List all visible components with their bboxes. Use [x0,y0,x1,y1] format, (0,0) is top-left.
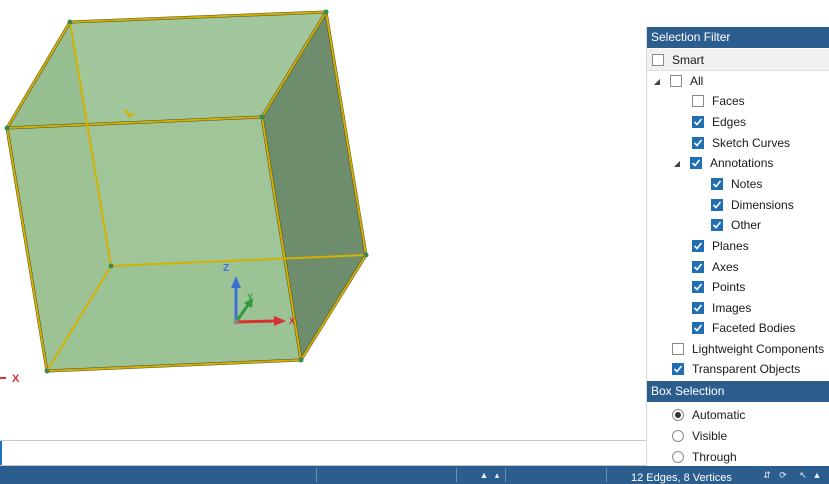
sketch-curves-label: Sketch Curves [712,136,791,150]
axes-checkbox[interactable] [692,261,704,273]
box-selection-header: Box Selection [647,381,829,402]
world-x-label: X [12,373,20,385]
faceted-bodies-checkbox[interactable] [692,322,704,334]
all-checkbox[interactable] [670,75,682,87]
box-option-automatic[interactable]: Automatic [672,405,745,425]
planes-checkbox[interactable] [692,240,704,252]
world-x-axis-indicator: X [0,373,20,385]
collapse-triangle-icon[interactable]: ◢ [652,77,662,86]
cube-vertex[interactable] [4,125,10,131]
through-radio[interactable] [672,451,684,463]
cube-vertex[interactable] [259,114,265,120]
cube-vertex[interactable] [363,252,369,258]
triangle-up-icon[interactable]: ▲ [477,469,491,481]
cube-vertex[interactable] [67,19,73,25]
cube-vertex[interactable] [298,357,304,363]
filter-row-sketch-curves[interactable]: Sketch Curves [692,133,790,153]
dimensions-checkbox[interactable] [711,199,723,211]
cube-front-face[interactable] [7,117,301,371]
command-input-bar[interactable] [0,440,646,466]
transparent-objects-checkbox[interactable] [672,363,684,375]
planes-label: Planes [712,239,749,253]
other-label: Other [731,218,762,232]
images-checkbox[interactable] [692,302,704,314]
notes-label: Notes [731,177,763,191]
filter-row-lightweight-components[interactable]: Lightweight Components [672,339,824,359]
triangle-up-small-icon[interactable]: ▴ [490,469,504,481]
filter-row-annotations[interactable]: ◢ Annotations [672,153,773,173]
visible-radio[interactable] [672,430,684,442]
dimensions-label: Dimensions [731,198,794,212]
selection-status-text: 12 Edges, 8 Vertices [631,472,732,484]
edges-checkbox[interactable] [692,116,704,128]
other-checkbox[interactable] [711,219,723,231]
annotations-label: Annotations [710,156,774,170]
cursor-icon[interactable]: ↖ [796,469,810,481]
refresh-icon[interactable]: ⟳ [776,469,790,481]
cube-vertex[interactable] [323,9,329,15]
points-label: Points [712,280,746,294]
edges-label: Edges [712,115,747,129]
box-option-through[interactable]: Through [672,447,737,467]
expand-up-icon[interactable]: ▲ [810,469,824,481]
lightweight-components-label: Lightweight Components [692,342,825,356]
selection-filter-panel: Selection Filter Smart ◢ All Faces Edges… [646,27,829,468]
cube-vertex[interactable] [44,368,50,374]
automatic-radio[interactable] [672,409,684,421]
lightweight-components-checkbox[interactable] [672,343,684,355]
spinner-icon[interactable]: ⇵ [760,469,774,481]
images-label: Images [712,301,752,315]
smart-checkbox[interactable] [652,53,664,66]
sketch-curves-checkbox[interactable] [692,137,704,149]
smart-label: Smart [672,52,705,67]
filter-row-transparent-objects[interactable]: Transparent Objects [672,359,800,379]
faces-checkbox[interactable] [692,95,704,107]
selection-filter-header: Selection Filter [647,27,829,48]
filter-row-all[interactable]: ◢ All [652,71,703,91]
filter-row-axes[interactable]: Axes [692,257,739,277]
points-checkbox[interactable] [692,281,704,293]
visible-label: Visible [692,429,728,443]
smart-row[interactable]: Smart [647,49,829,71]
filter-row-other[interactable]: Other [711,215,761,235]
notes-checkbox[interactable] [711,178,723,190]
faces-label: Faces [712,94,745,108]
filter-row-notes[interactable]: Notes [711,174,762,194]
annotations-checkbox[interactable] [690,157,702,169]
filter-row-planes[interactable]: Planes [692,236,749,256]
cube-vertex[interactable] [108,263,114,269]
filter-row-images[interactable]: Images [692,298,751,318]
filter-row-dimensions[interactable]: Dimensions [711,195,794,215]
triad-z-label: Z [223,263,229,274]
triad-x-label: X [289,316,295,326]
faceted-bodies-label: Faceted Bodies [712,321,796,335]
collapse-triangle-icon[interactable]: ◢ [672,159,682,168]
box-option-visible[interactable]: Visible [672,426,727,446]
triad-y-label: Y [247,292,253,302]
axes-label: Axes [712,260,739,274]
filter-row-faceted-bodies[interactable]: Faceted Bodies [692,318,795,338]
filter-row-faces[interactable]: Faces [692,91,745,111]
all-label: All [690,74,704,88]
filter-row-edges[interactable]: Edges [692,112,746,132]
status-bar: ▲ ▴ 12 Edges, 8 Vertices ⇵ ⟳ ↖ ▲ [0,466,829,484]
automatic-label: Automatic [692,408,746,422]
through-label: Through [692,450,737,464]
filter-row-points[interactable]: Points [692,277,745,297]
transparent-objects-label: Transparent Objects [692,362,801,376]
